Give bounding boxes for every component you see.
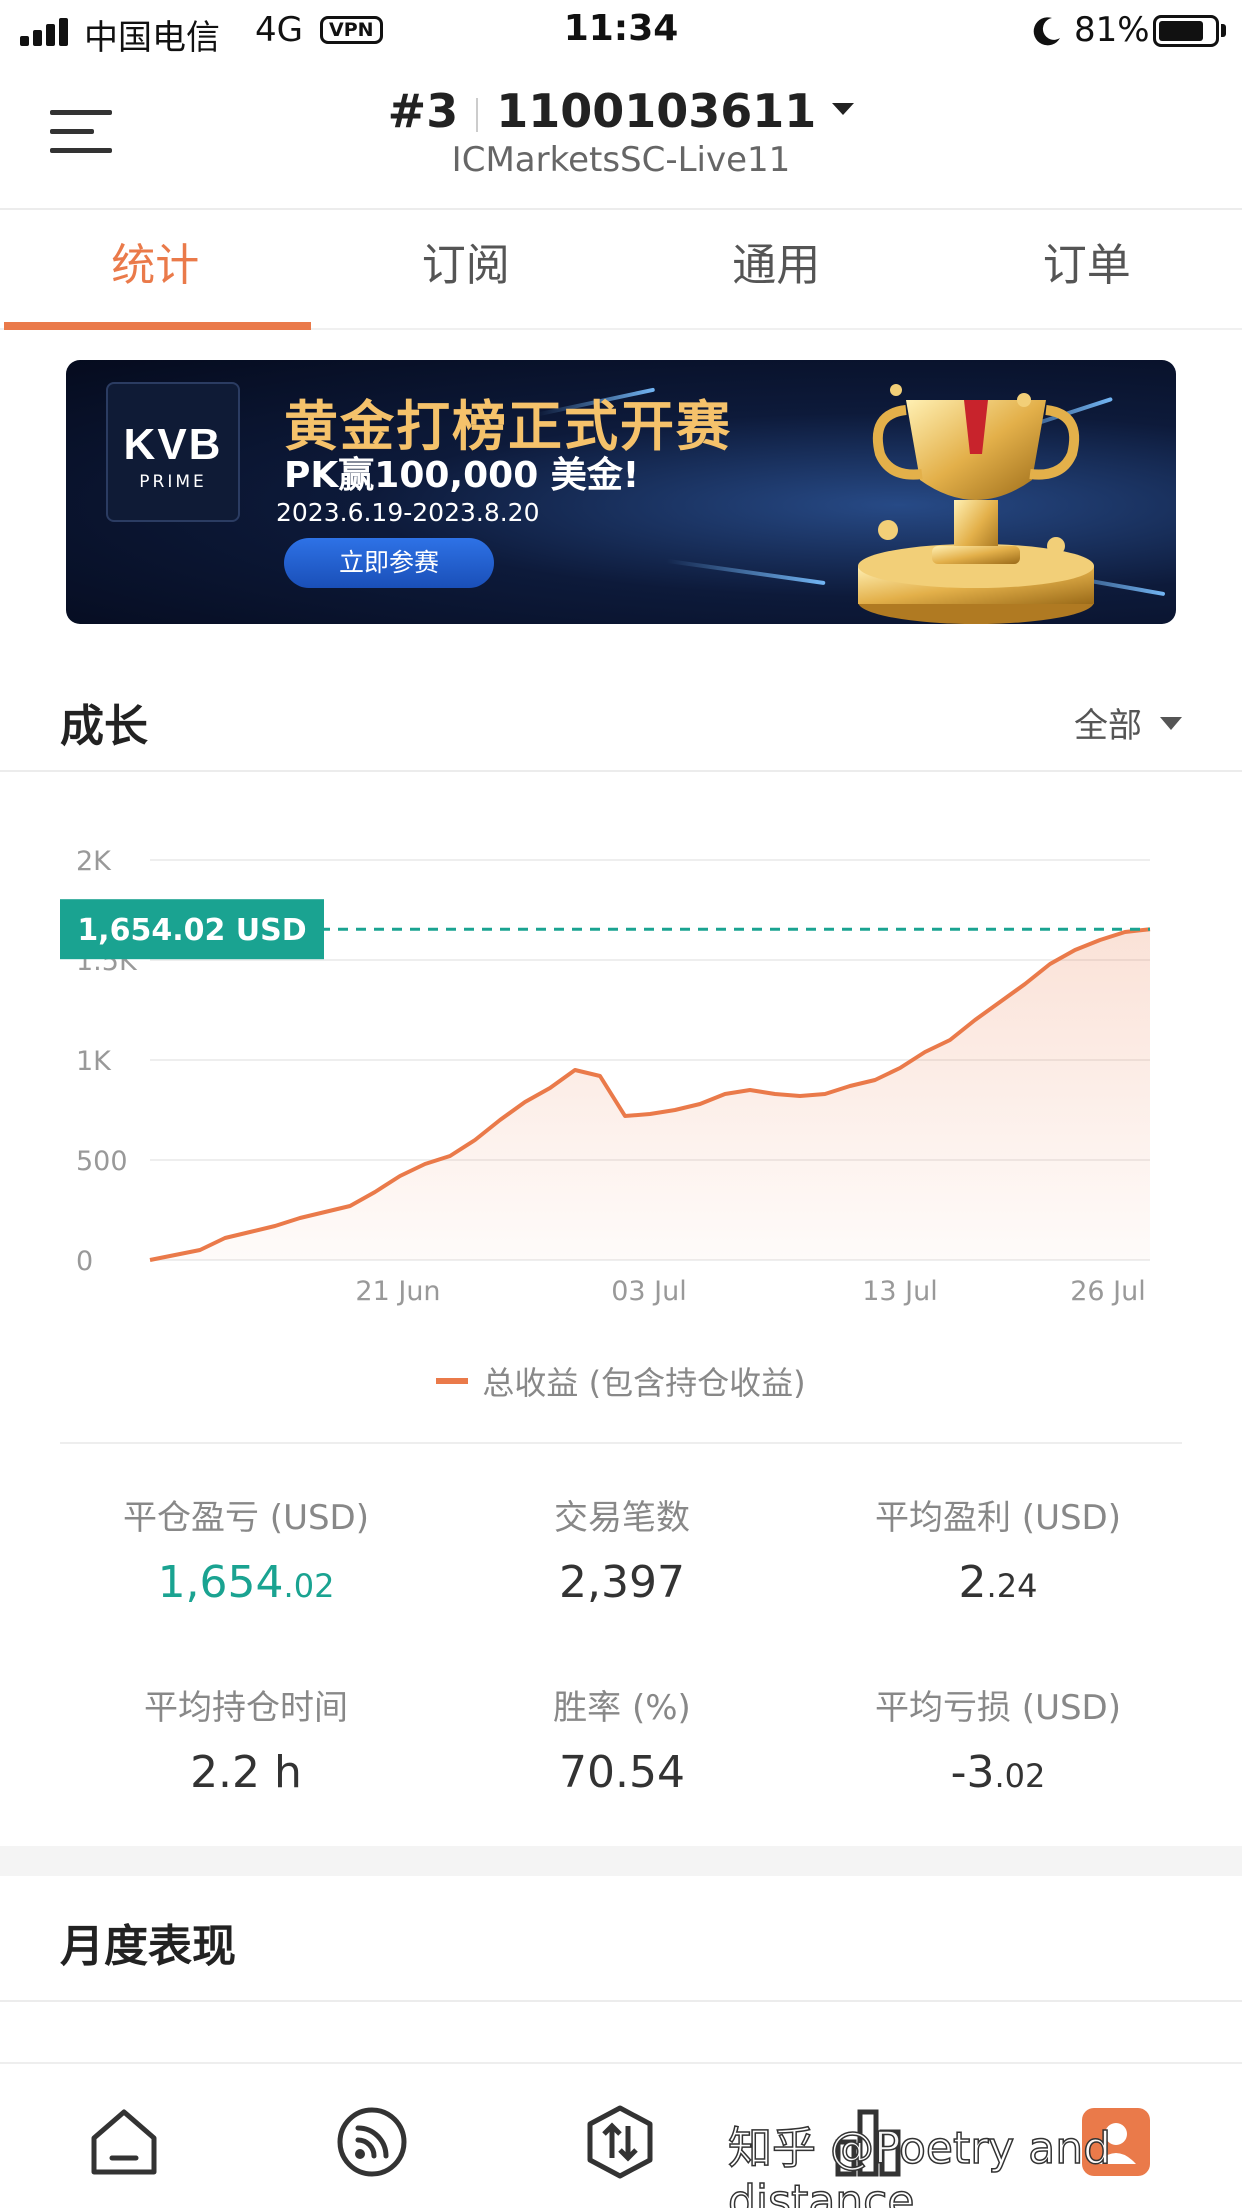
app-header: #3 1100103611 ICMarketsSC-Live11: [0, 62, 1242, 210]
stat-value-decimal: .02: [994, 1757, 1046, 1795]
do-not-disturb-icon: [1033, 17, 1060, 46]
stat-label: 交易笔数: [554, 1498, 690, 1538]
battery-fill: [1159, 21, 1203, 41]
monthly-section-header: 月度表现: [0, 1876, 1242, 2002]
growth-chart[interactable]: 05001K1.5K2K21 Jun 03 Jul 13 Jul 26 Jul1,65…: [0, 800, 1242, 1320]
stat-value: 1,654.02: [56, 1557, 436, 1608]
stat-value: 2.24: [808, 1557, 1188, 1608]
stat-value: 2,397: [432, 1557, 812, 1608]
trade-icon[interactable]: [582, 2104, 658, 2180]
y-tick-label: 500: [76, 1146, 128, 1177]
banner-dates: 2023.6.19-2023.8.20: [276, 498, 540, 527]
stat-value-decimal: .24: [986, 1567, 1038, 1605]
stat-label: 胜率 (%): [553, 1688, 691, 1728]
x-tick-label: 03 Jul: [611, 1276, 687, 1307]
battery-nub: [1221, 24, 1226, 37]
tab-general[interactable]: 通用: [621, 212, 932, 328]
tab-orders[interactable]: 订单: [932, 212, 1242, 328]
chevron-down-icon[interactable]: [832, 102, 855, 115]
stat-value: -3.02: [808, 1747, 1188, 1798]
battery-icon: [1153, 15, 1219, 47]
period-filter-dropdown[interactable]: 全部: [1074, 698, 1182, 747]
stat-value-decimal: .02: [283, 1567, 335, 1605]
kvb-logo: KVB PRIME: [106, 382, 240, 522]
battery-percentage: 81%: [1074, 10, 1150, 50]
account-number: 1100103611: [496, 84, 817, 138]
banner-subtitle: PK赢100,000 美金!: [284, 455, 640, 496]
stat-item: 交易笔数 2,397: [432, 1490, 812, 1608]
stat-value: 2.2 h: [56, 1747, 436, 1798]
stat-label: 平均亏损 (USD): [875, 1688, 1121, 1728]
stat-value-int: -3: [950, 1747, 995, 1798]
stat-item: 平均持仓时间 2.2 h: [56, 1680, 436, 1798]
stat-value: 70.54: [432, 1747, 812, 1798]
account-index: #3: [387, 84, 459, 138]
growth-section-header: 成长 全部: [0, 662, 1242, 772]
home-icon[interactable]: [86, 2104, 162, 2180]
x-tick-label: 13 Jul: [862, 1276, 938, 1307]
stat-label: 平仓盈亏 (USD): [123, 1498, 369, 1538]
stat-label: 平均盈利 (USD): [875, 1498, 1121, 1538]
stat-item: 平均盈利 (USD) 2.24: [808, 1490, 1188, 1608]
area-fill: [150, 929, 1150, 1260]
status-bar: 中国电信 4G VPN 11:34 81%: [0, 0, 1242, 62]
x-tick-label: 21 Jun: [355, 1276, 440, 1307]
monthly-title: 月度表现: [60, 1921, 236, 1972]
stat-value-int: 1,654: [157, 1557, 284, 1608]
stat-label: 平均持仓时间: [144, 1688, 348, 1728]
tab-statistics[interactable]: 统计: [0, 212, 311, 330]
legend-label: 总收益 (包含持仓收益): [482, 1364, 806, 1402]
stat-value-int: 2,397: [559, 1557, 685, 1608]
promo-banner[interactable]: KVB PRIME 黄金打榜正式开赛 PK赢100,000 美金! 2023.6…: [66, 360, 1176, 624]
logo-main-text: KVB: [123, 420, 223, 469]
server-name: ICMarketsSC-Live11: [451, 140, 791, 180]
trophy-icon: [858, 384, 1094, 624]
stat-value-int: 2.2 h: [190, 1747, 302, 1798]
logo-sub-text: PRIME: [139, 472, 207, 492]
period-filter-label: 全部: [1074, 706, 1142, 746]
account-selector[interactable]: #3 1100103611: [0, 84, 1242, 138]
banner-light-streak: [666, 558, 826, 586]
stat-item: 平仓盈亏 (USD) 1,654.02: [56, 1490, 436, 1608]
title-separator: [476, 97, 479, 132]
chart-legend: 总收益 (包含持仓收益): [0, 1358, 1242, 1404]
tab-bar: 统计 订阅 通用 订单: [0, 212, 1242, 330]
y-tick-label: 2K: [76, 846, 112, 877]
signal-icon[interactable]: [334, 2104, 410, 2180]
chevron-down-icon: [1160, 717, 1182, 730]
y-tick-label: 0: [76, 1246, 93, 1277]
legend-swatch: [436, 1378, 469, 1384]
divider: [60, 1442, 1182, 1444]
current-value-label: 1,654.02 USD: [77, 913, 306, 948]
stat-item: 平均亏损 (USD) -3.02: [808, 1680, 1188, 1798]
x-tick-label: 26 Jul: [1070, 1276, 1146, 1307]
stat-value-int: 70.54: [559, 1747, 685, 1798]
stat-value-int: 2: [958, 1557, 987, 1608]
watermark-text: 知乎 @Poetry and distance: [727, 2122, 1112, 2208]
growth-title: 成长: [60, 701, 148, 752]
section-separator: [0, 1846, 1242, 1876]
join-contest-button[interactable]: 立即参赛: [284, 538, 494, 588]
y-tick-label: 1K: [76, 1046, 112, 1077]
tab-subscription[interactable]: 订阅: [311, 212, 622, 328]
stat-item: 胜率 (%) 70.54: [432, 1680, 812, 1798]
